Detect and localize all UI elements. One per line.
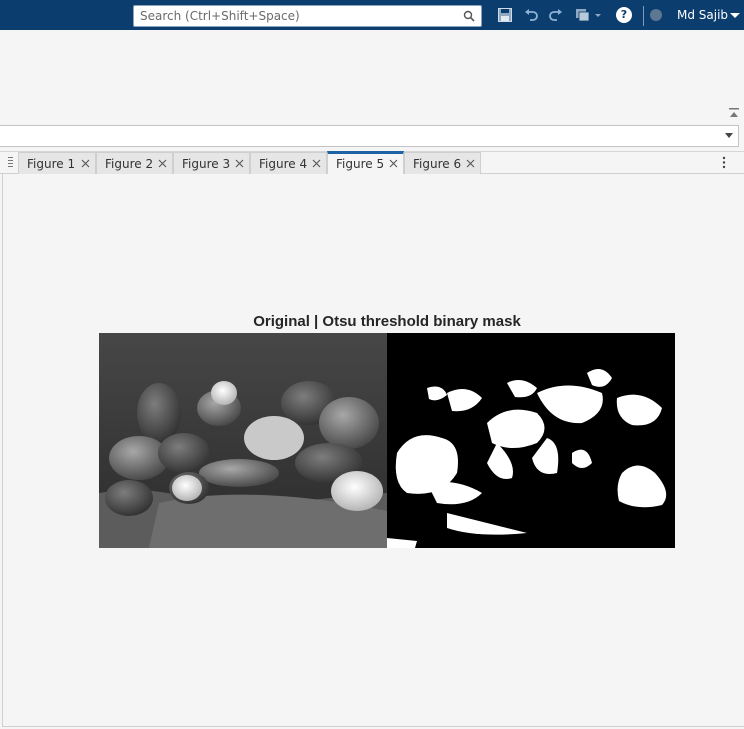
tab-figure-5[interactable]: Figure 5 (327, 151, 404, 174)
close-icon[interactable] (466, 159, 475, 168)
switch-windows-icon[interactable] (575, 7, 603, 23)
close-icon[interactable] (81, 159, 90, 168)
address-dropdown-icon[interactable] (725, 133, 733, 138)
user-name[interactable]: Md Sajib (677, 8, 728, 22)
tab-label: Figure 5 (336, 157, 385, 171)
tab-figure-2[interactable]: Figure 2 (96, 152, 173, 174)
tab-label: Figure 3 (182, 157, 231, 171)
tab-figure-4[interactable]: Figure 4 (250, 152, 327, 174)
notification-icon[interactable] (650, 9, 662, 21)
search-icon (463, 10, 475, 22)
save-icon[interactable] (497, 7, 513, 23)
toolbar-divider (643, 6, 644, 26)
otsu-binary-mask-image (387, 333, 675, 548)
chevron-down-icon[interactable] (730, 13, 740, 18)
drag-handle-icon[interactable] (8, 156, 13, 168)
undo-icon[interactable] (523, 7, 539, 23)
close-icon[interactable] (235, 159, 244, 168)
tab-label: Figure 6 (413, 157, 462, 171)
tab-label: Figure 1 (27, 157, 76, 171)
top-bar: Search (Ctrl+Shift+Space) ? Md Sajib (0, 0, 744, 30)
close-icon[interactable] (389, 159, 398, 168)
collapse-toolstrip-icon[interactable] (728, 107, 740, 119)
search-input[interactable]: Search (Ctrl+Shift+Space) (133, 5, 482, 27)
help-icon[interactable]: ? (616, 7, 632, 23)
more-options-icon[interactable] (722, 156, 726, 169)
address-bar[interactable] (0, 125, 739, 147)
search-placeholder: Search (Ctrl+Shift+Space) (140, 9, 300, 23)
tab-figure-6[interactable]: Figure 6 (404, 152, 481, 174)
redo-icon[interactable] (548, 7, 564, 23)
original-grayscale-image (99, 333, 387, 548)
tab-label: Figure 2 (105, 157, 154, 171)
tab-label: Figure 4 (259, 157, 308, 171)
tab-figure-3[interactable]: Figure 3 (173, 152, 250, 174)
figure-title: Original | Otsu threshold binary mask (253, 313, 521, 330)
tab-figure-1[interactable]: Figure 1 (18, 152, 96, 174)
close-icon[interactable] (312, 159, 321, 168)
close-icon[interactable] (158, 159, 167, 168)
toolstrip (0, 30, 744, 125)
